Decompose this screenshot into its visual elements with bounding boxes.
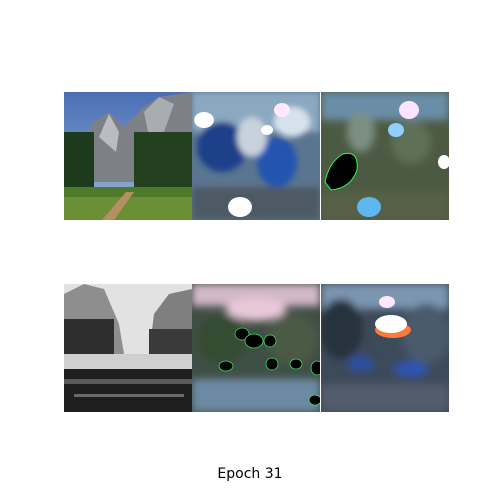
output-image-bright-spot [321, 284, 449, 412]
epoch-caption: Epoch 31 [217, 466, 283, 482]
output-image-color-blobs [192, 92, 320, 220]
blurred-output-photo [321, 92, 449, 220]
output-image-dark-spots [192, 284, 320, 412]
mountain-valley-photo [64, 92, 192, 220]
blurred-output-photo [192, 92, 320, 220]
grayscale-valley-photo [64, 284, 192, 412]
input-image-mountain-valley [64, 92, 192, 220]
output-image-green-blobs [321, 92, 449, 220]
blurred-output-photo [192, 284, 320, 412]
blurred-output-photo [321, 284, 449, 412]
input-image-grayscale-valley [64, 284, 192, 412]
